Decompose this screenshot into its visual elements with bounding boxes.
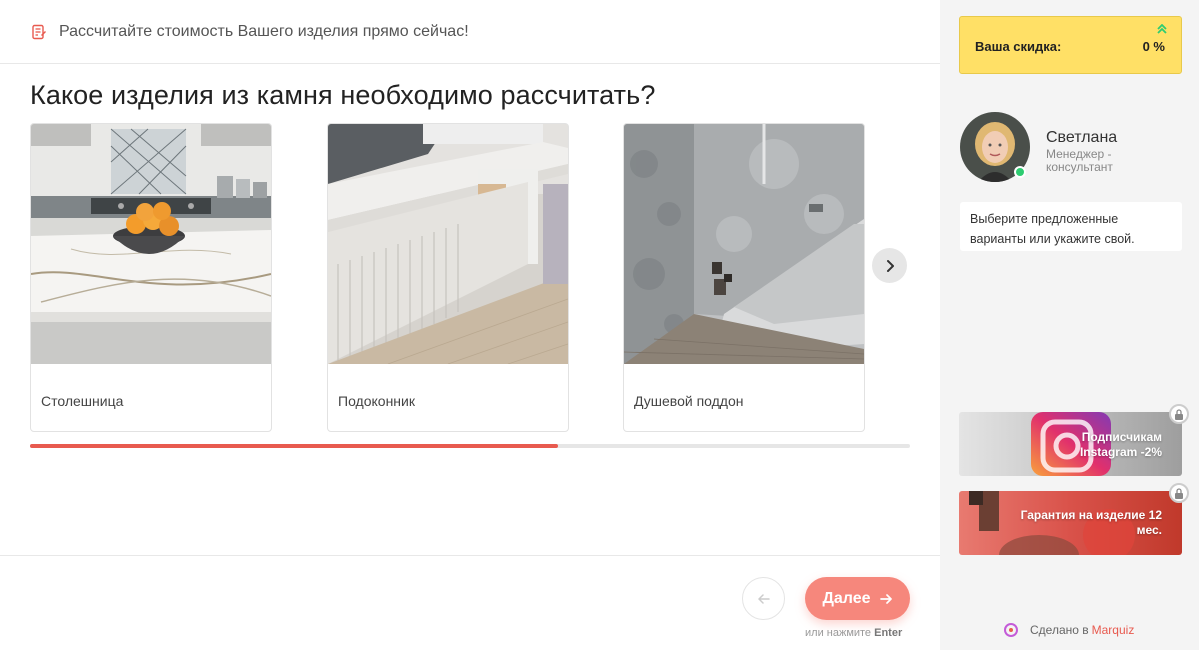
- bonus-warranty: Гарантия на изделие 12 мес.: [959, 491, 1182, 555]
- header-text: Рассчитайте стоимость Вашего изделия пря…: [59, 22, 469, 40]
- manager-role: Менеджер - консультант: [1046, 147, 1113, 174]
- header-bar: Рассчитайте стоимость Вашего изделия пря…: [0, 0, 940, 64]
- chevron-right-icon: [886, 259, 894, 272]
- bonus-instagram-text: Подписчикам Instagram -2%: [1079, 430, 1162, 459]
- option-label: Подоконник: [338, 393, 415, 409]
- question-title: Какое изделия из камня необходимо рассчи…: [30, 80, 656, 110]
- bonus-instagram: Подписчикам Instagram -2%: [959, 412, 1182, 476]
- option-label: Столешница: [41, 393, 124, 409]
- online-status-dot: [1014, 166, 1026, 178]
- manager-message: Выберите предложенные варианты или укажи…: [960, 202, 1182, 251]
- enter-hint-prefix: или нажмите: [805, 627, 872, 639]
- carousel-next-button[interactable]: [872, 248, 907, 283]
- arrow-left-icon: [757, 593, 770, 604]
- sidebar: Ваша скидка: 0 % Светлана Менеджер - кон…: [940, 0, 1199, 650]
- windowsill-image: [328, 124, 568, 364]
- enter-hint-key: Enter: [874, 627, 903, 639]
- double-chevron-up-icon: [1157, 24, 1167, 34]
- made-prefix: Сделано в: [1030, 623, 1089, 637]
- carousel-progress-fill: [30, 444, 558, 448]
- manager-name: Светлана: [1046, 129, 1118, 146]
- option-card-windowsill[interactable]: Подоконник: [327, 123, 569, 432]
- lock-icon: [1169, 483, 1189, 503]
- marquiz-link[interactable]: Marquiz: [1092, 623, 1135, 637]
- made-in-marquiz[interactable]: Сделано в Marquiz: [1004, 623, 1134, 637]
- quiz-app: Рассчитайте стоимость Вашего изделия пря…: [0, 0, 1199, 650]
- shower-tray-image: [624, 124, 864, 364]
- discount-value: 0 %: [1142, 39, 1165, 54]
- arrow-right-icon: [879, 593, 892, 604]
- option-card-countertop[interactable]: Столешница: [30, 123, 272, 432]
- countertop-image: [31, 124, 271, 364]
- quiz-main: Рассчитайте стоимость Вашего изделия пря…: [0, 0, 940, 650]
- discount-box: Ваша скидка: 0 %: [959, 16, 1182, 74]
- footer-divider: [0, 555, 940, 556]
- lock-icon: [1169, 404, 1189, 424]
- discount-label: Ваша скидка:: [975, 39, 1062, 54]
- option-card-shower-tray[interactable]: Душевой поддон: [623, 123, 865, 432]
- back-button[interactable]: [742, 577, 785, 620]
- carousel-progress: [30, 444, 910, 448]
- marquiz-logo-icon: [1004, 623, 1018, 637]
- bonus-warranty-text: Гарантия на изделие 12 мес.: [1020, 508, 1162, 537]
- enter-hint: или нажмите Enter: [805, 627, 902, 639]
- option-label: Душевой поддон: [634, 393, 744, 409]
- next-button[interactable]: Далее: [805, 577, 910, 620]
- next-button-label: Далее: [822, 589, 871, 607]
- calculator-note-icon: [32, 24, 46, 39]
